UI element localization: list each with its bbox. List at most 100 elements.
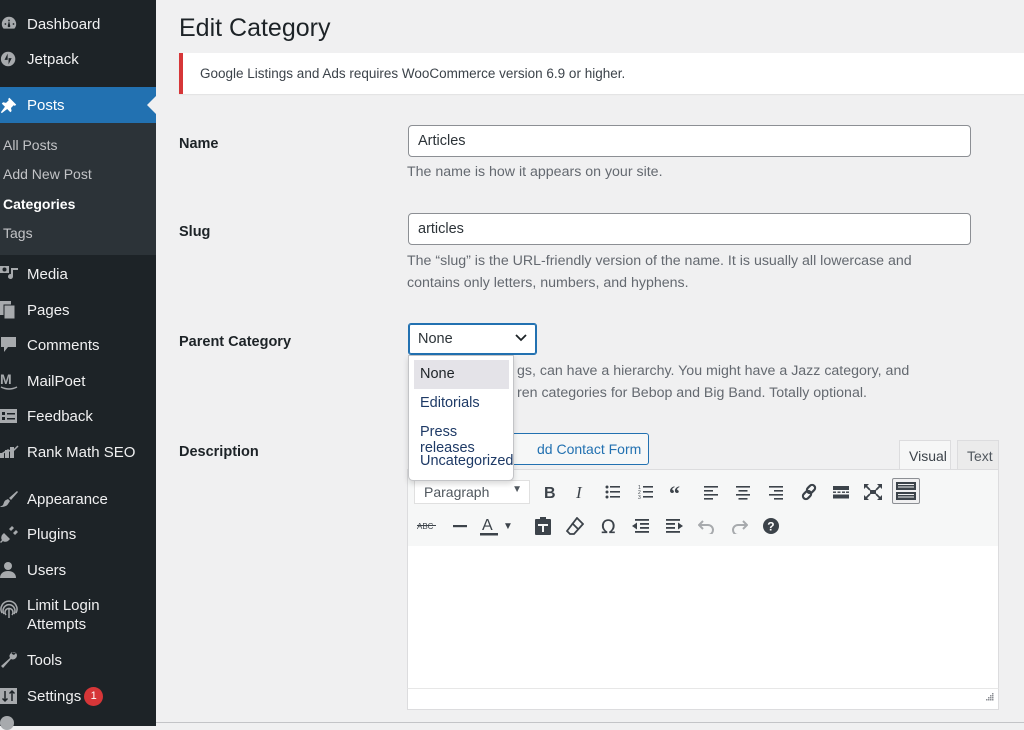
indent-button[interactable] xyxy=(661,513,687,539)
bulleted-list-icon xyxy=(605,484,621,500)
svg-text:Ω: Ω xyxy=(601,517,616,535)
description-label: Description xyxy=(179,444,259,460)
toolbar-toggle-button[interactable] xyxy=(892,478,920,504)
sidebar-item-comments[interactable]: Comments xyxy=(0,327,156,363)
paste-as-text-button[interactable] xyxy=(530,513,556,539)
svg-text:?: ? xyxy=(767,520,774,534)
submenu-categories[interactable]: Categories xyxy=(3,196,75,212)
format-select-value: Paragraph xyxy=(424,484,489,500)
svg-text:I: I xyxy=(575,484,583,500)
dropdown-option-press-releases[interactable]: Press releases xyxy=(414,418,509,447)
submenu-all-posts[interactable]: All Posts xyxy=(3,137,57,153)
read-more-button[interactable] xyxy=(828,479,854,505)
parent-description-line2: ren categories for Bebop and Big Band. T… xyxy=(517,382,867,404)
align-right-button[interactable] xyxy=(763,479,789,505)
sidebar-item-pages[interactable]: Pages xyxy=(0,292,156,328)
slug-input[interactable] xyxy=(408,213,971,245)
parent-category-label: Parent Category xyxy=(179,334,291,350)
svg-text:ABC: ABC xyxy=(417,522,434,531)
tab-text[interactable]: Text xyxy=(957,440,999,470)
svg-text:M: M xyxy=(0,371,12,387)
sidebar-item-plugins[interactable]: Plugins xyxy=(0,516,156,552)
media-icon xyxy=(0,264,27,284)
fullscreen-button[interactable] xyxy=(860,479,886,505)
svg-text:A: A xyxy=(482,517,493,534)
fullscreen-icon xyxy=(864,484,882,500)
sidebar-item-label: Jetpack xyxy=(27,51,79,68)
sidebar-item-posts[interactable]: Posts xyxy=(0,87,156,123)
caret-down-icon: ▼ xyxy=(512,484,522,495)
link-icon xyxy=(800,483,818,501)
dropdown-option-editorials[interactable]: Editorials xyxy=(414,389,509,418)
blockquote-button[interactable]: “ xyxy=(665,479,691,505)
format-select[interactable]: Paragraph ▼ xyxy=(414,480,530,504)
resize-handle-icon[interactable] xyxy=(984,688,994,706)
sidebar-item-mailpoet[interactable]: M MailPoet xyxy=(0,363,156,399)
bulleted-list-button[interactable] xyxy=(600,479,626,505)
bold-button[interactable]: B xyxy=(536,479,562,505)
text-color-dropdown[interactable]: ▼ xyxy=(501,513,515,539)
svg-text:“: “ xyxy=(669,484,680,500)
error-notice: Google Listings and Ads requires WooComm… xyxy=(179,53,1024,94)
jetpack-icon xyxy=(0,49,27,69)
sidebar-item-users[interactable]: Users xyxy=(0,552,156,588)
align-center-icon xyxy=(735,484,751,500)
special-character-button[interactable]: Ω xyxy=(596,513,622,539)
read-more-icon xyxy=(833,484,849,500)
sidebar-item-label: Dashboard xyxy=(27,16,100,33)
clear-formatting-button[interactable] xyxy=(562,513,588,539)
parent-category-select[interactable]: None xyxy=(408,323,537,355)
sidebar-item-rank-math-seo[interactable]: Rank Math SEO xyxy=(0,434,156,470)
keyboard-shortcuts-button[interactable]: ? xyxy=(758,513,784,539)
sidebar-item-jetpack[interactable]: Jetpack xyxy=(0,41,156,77)
keyboard-toolbar-icon xyxy=(896,482,916,500)
dropdown-option-none[interactable]: None xyxy=(414,360,509,389)
insert-link-button[interactable] xyxy=(796,479,822,505)
name-description: The name is how it appears on your site. xyxy=(407,161,663,183)
svg-text:B: B xyxy=(544,485,556,500)
sidebar-item-label: Posts xyxy=(27,97,65,114)
italic-icon: I xyxy=(573,484,589,500)
sidebar-item-label: Plugins xyxy=(27,526,76,543)
parent-category-selected: None xyxy=(418,331,453,347)
sidebar-item-appearance[interactable]: Appearance xyxy=(0,481,156,517)
sidebar-item-settings[interactable]: Settings 1 xyxy=(0,678,156,714)
sidebar-item-label: Feedback xyxy=(27,408,93,425)
outdent-button[interactable] xyxy=(628,513,654,539)
submenu-add-new-post[interactable]: Add New Post xyxy=(3,166,92,182)
text-color-icon: A xyxy=(480,516,498,536)
chevron-down-icon xyxy=(514,330,528,348)
sidebar-item-dashboard[interactable]: Dashboard xyxy=(0,6,156,42)
sidebar-item-label: Media xyxy=(27,266,68,283)
undo-button[interactable] xyxy=(694,513,720,539)
description-editor-area[interactable] xyxy=(407,546,999,689)
dashboard-icon xyxy=(0,14,27,34)
bold-icon: B xyxy=(541,484,557,500)
align-left-button[interactable] xyxy=(698,479,724,505)
sidebar-item-media[interactable]: Media xyxy=(0,256,156,292)
name-input[interactable] xyxy=(408,125,971,157)
strikethrough-button[interactable]: ABC xyxy=(414,513,440,539)
dropdown-option-uncategorized[interactable]: Uncategorized xyxy=(414,447,509,476)
sidebar-item-feedback[interactable]: Feedback xyxy=(0,398,156,434)
paintbrush-icon xyxy=(0,489,27,509)
submenu-tags[interactable]: Tags xyxy=(3,225,33,241)
next-menu-icon xyxy=(0,716,14,730)
sidebar-item-label: Pages xyxy=(27,302,70,319)
align-right-icon xyxy=(768,484,784,500)
sidebar-item-label: Tools xyxy=(27,652,62,669)
horizontal-line-button[interactable] xyxy=(447,513,473,539)
numbered-list-button[interactable]: 123 xyxy=(633,479,659,505)
caret-down-icon: ▼ xyxy=(503,521,513,532)
main-content: Edit Category Google Listings and Ads re… xyxy=(156,0,1024,726)
tab-visual[interactable]: Visual xyxy=(899,440,951,470)
sidebar-item-tools[interactable]: Tools xyxy=(0,642,156,678)
pushpin-icon xyxy=(0,95,27,115)
text-color-button[interactable]: A xyxy=(478,513,500,539)
italic-button[interactable]: I xyxy=(568,479,594,505)
align-center-button[interactable] xyxy=(730,479,756,505)
sidebar-item-limit-login-attempts[interactable]: Limit LoginAttempts xyxy=(0,596,156,636)
wrench-icon xyxy=(0,650,27,670)
help-icon: ? xyxy=(762,517,780,535)
redo-button[interactable] xyxy=(726,513,752,539)
